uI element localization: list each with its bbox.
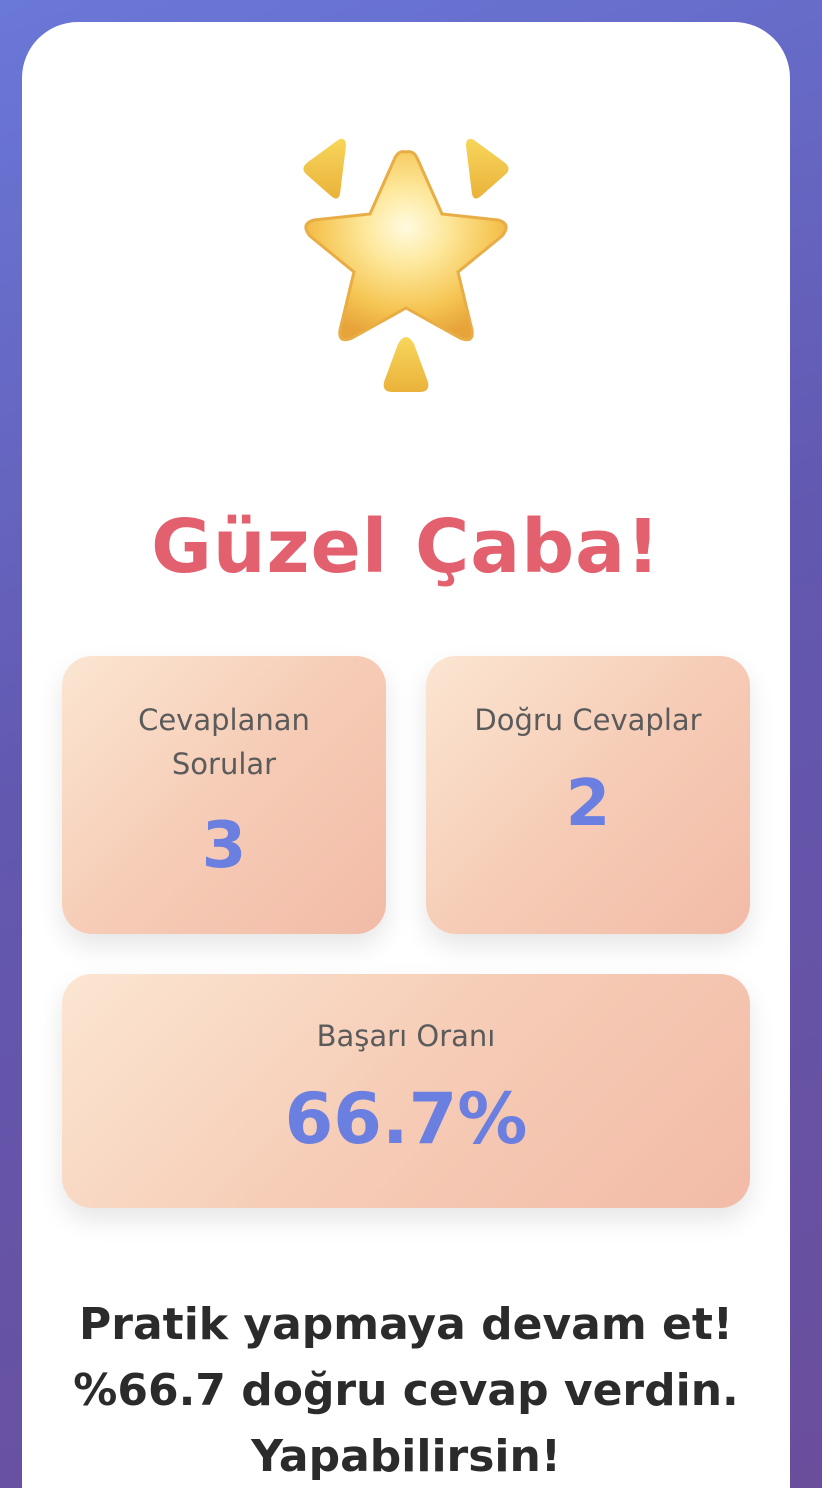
- answered-questions-label: Cevaplanan Sorular: [138, 703, 310, 781]
- result-icon-container: [22, 122, 790, 422]
- glowing-star-icon: [303, 138, 509, 392]
- success-rate-card: Başarı Oranı 66.7%: [62, 974, 750, 1208]
- result-title: Güzel Çaba!: [151, 504, 661, 590]
- correct-answers-label: Doğru Cevaplar: [474, 703, 702, 737]
- correct-answers-value: 2: [565, 767, 611, 841]
- answered-questions-card: Cevaplanan Sorular 3: [62, 656, 386, 934]
- correct-answers-card: Doğru Cevaplar 2: [426, 656, 750, 934]
- encouragement-message: Pratik yapmaya devam et! %66.7 doğru cev…: [73, 1299, 739, 1482]
- success-rate-value: 66.7%: [284, 1078, 528, 1160]
- success-rate-label: Başarı Oranı: [316, 1019, 496, 1053]
- answered-questions-value: 3: [201, 809, 247, 883]
- results-card: Güzel Çaba! Cevaplanan Sorular 3 Doğru C…: [22, 22, 790, 1488]
